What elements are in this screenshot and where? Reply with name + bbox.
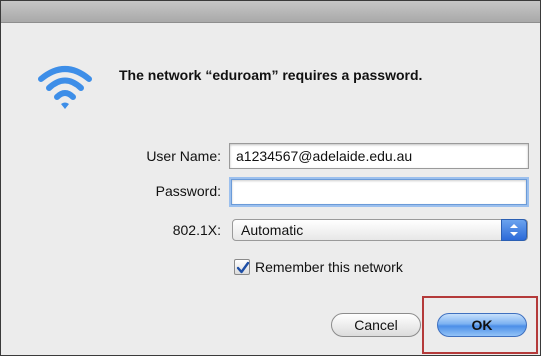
username-label: User Name: — [146, 148, 221, 164]
dialog-message: The network “eduroam” requires a passwor… — [119, 67, 423, 83]
checkmark-icon — [236, 261, 250, 274]
eap-label: 802.1X: — [172, 222, 221, 238]
password-input[interactable] — [231, 179, 527, 205]
remember-network-label: Remember this network — [255, 259, 403, 275]
password-label: Password: — [155, 183, 221, 199]
remember-network-checkbox[interactable] — [234, 259, 250, 275]
cancel-button[interactable]: Cancel — [331, 313, 421, 337]
eap-mode-select[interactable]: Automatic — [232, 219, 528, 241]
window-titlebar[interactable] — [1, 1, 540, 23]
username-input[interactable] — [229, 143, 529, 169]
ok-button-highlight — [422, 296, 538, 354]
select-arrows-icon[interactable] — [501, 219, 527, 241]
wifi-icon — [38, 66, 92, 109]
eap-mode-value: Automatic — [241, 222, 304, 238]
